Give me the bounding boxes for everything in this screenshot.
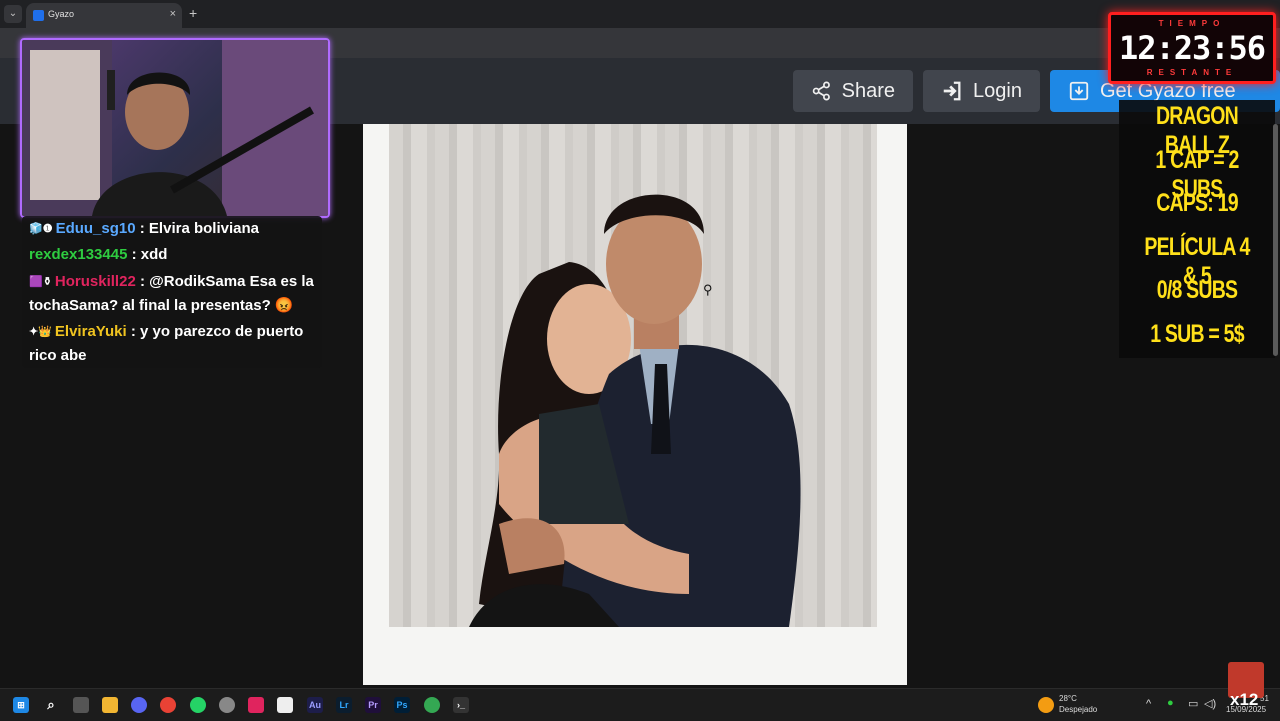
chat-username: Eduu_sg10 (55, 220, 136, 237)
lightroom-icon[interactable]: Lr (336, 697, 352, 713)
tab-close-icon[interactable]: × (170, 8, 176, 20)
mouse-cursor-icon: ⚲ (703, 282, 713, 297)
goal-line: 1 SUB = 5$ (1150, 320, 1244, 348)
chat-message: 🟪⚱ Horuskill22 : @RodikSama Esa es la toc… (29, 270, 321, 318)
gyazo-favicon-icon (33, 10, 44, 21)
terminal-icon[interactable]: ›_ (453, 697, 469, 713)
chat-badges: ✦👑 (29, 326, 52, 339)
chat-message: rexdex133445 : xdd (29, 243, 321, 267)
tiktok-icon[interactable] (248, 697, 264, 713)
weather-icon[interactable] (1038, 697, 1054, 713)
sub-goals-panel: DRAGON BALL Z 1 CAP = 2 SUBS CAPS: 19 PE… (1119, 100, 1275, 358)
windows-taskbar: ⊞ ⌕ Au Lr Pr Ps ›_ 28°C Despejado ^ ● ▭ … (0, 688, 1280, 721)
tab-gyazo[interactable]: Gyazo × (26, 3, 182, 28)
download-icon (1069, 81, 1089, 101)
start-icon[interactable]: ⊞ (13, 697, 29, 713)
timer-top-label: TIEMPO (1158, 19, 1226, 28)
tab-search-button[interactable]: ⌄ (4, 5, 22, 23)
settings-icon[interactable] (219, 697, 235, 713)
browser-tabstrip: ⌄ Gyazo × + (0, 0, 1280, 28)
login-label: Login (973, 79, 1022, 102)
login-icon (943, 81, 961, 101)
chat-username: ElviraYuki (54, 323, 127, 340)
timer-time: 12:23:56 (1118, 29, 1266, 67)
avatar-text: x12 (1230, 690, 1259, 709)
chat-badges: 🟪⚱ (29, 276, 52, 289)
chat-username: Horuskill22 (54, 273, 136, 290)
chat-badges: 🧊❶ (29, 223, 53, 236)
explorer-icon[interactable] (102, 697, 118, 713)
volume-icon[interactable]: ◁) (1204, 697, 1216, 710)
chat-message: ✦👑 ElviraYuki : y yo parezco de puerto ri… (29, 320, 321, 368)
discord-icon[interactable] (131, 697, 147, 713)
goal-line: 0/8 SUBS (1156, 276, 1238, 304)
taskview-icon[interactable] (73, 697, 89, 713)
audition-icon[interactable]: Au (307, 697, 323, 713)
premiere-icon[interactable]: Pr (365, 697, 381, 713)
stream-chat: 🧊❶ Eduu_sg10 : Elvira boliviana rexdex133… (22, 216, 322, 368)
whatsapp-icon[interactable] (190, 697, 206, 713)
page-scrollbar[interactable] (1273, 124, 1278, 356)
webcam-overlay (20, 38, 330, 218)
new-tab-button[interactable]: + (189, 5, 197, 21)
chrome-icon[interactable] (160, 697, 176, 713)
chat-text: : Elvira boliviana (139, 220, 259, 237)
chrome-active-icon[interactable] (424, 697, 440, 713)
network-icon[interactable]: ▭ (1188, 697, 1198, 710)
weather-desc: Despejado (1059, 705, 1098, 714)
weather-temp: 28°C (1059, 694, 1077, 703)
webcam-illustration (22, 40, 328, 216)
search-icon[interactable]: ⌕ (43, 697, 59, 713)
countdown-timer: TIEMPO 12:23:56 RESTANTE (1108, 12, 1276, 84)
chat-text: : xdd (131, 246, 168, 263)
goal-line: CAPS: 19 (1156, 189, 1238, 217)
chat-username: rexdex133445 (29, 246, 128, 263)
microphone-icon[interactable]: ● (1167, 697, 1174, 709)
photo-illustration (469, 194, 801, 627)
login-button[interactable]: Login (923, 70, 1040, 112)
photo-couple (389, 124, 877, 627)
tab-title: Gyazo (48, 9, 75, 19)
capcut-icon[interactable] (277, 697, 293, 713)
tray-chevron-icon[interactable]: ^ (1146, 698, 1151, 710)
timer-bottom-label: RESTANTE (1146, 68, 1238, 77)
screenshot-image[interactable] (363, 124, 907, 685)
photoshop-icon[interactable]: Ps (394, 697, 410, 713)
chat-message: 🧊❶ Eduu_sg10 : Elvira boliviana (29, 217, 321, 241)
share-icon (812, 81, 830, 101)
share-label: Share (841, 79, 895, 102)
share-button[interactable]: Share (793, 70, 913, 112)
